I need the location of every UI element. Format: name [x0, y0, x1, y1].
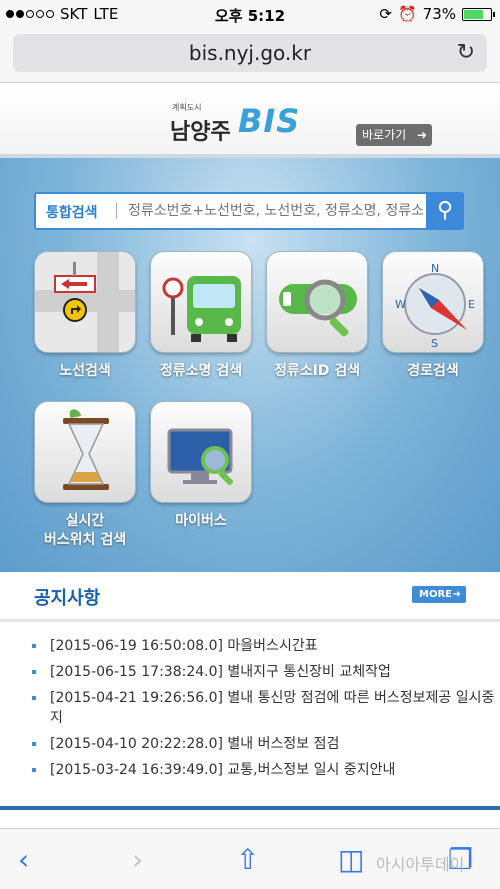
hourglass-icon	[63, 409, 109, 490]
integrated-search: 통합검색 ⚲	[34, 192, 464, 230]
url-field[interactable]: bis.nyj.go.kr ↻	[13, 34, 487, 72]
magnifier-card-icon	[279, 279, 357, 337]
logo-city-text: 남양주	[170, 120, 231, 145]
footer-divider	[0, 806, 500, 810]
watermark: 아시아투데이	[376, 855, 465, 874]
svg-text:S: S	[431, 337, 438, 350]
realtime-bus-label-line1: 실시간	[65, 513, 105, 529]
back-icon[interactable]: ‹	[18, 843, 29, 876]
stop-id-search-tile[interactable]	[266, 251, 368, 353]
bookmarks-icon[interactable]: ◫	[338, 843, 364, 876]
main-menu-area: 통합검색 ⚲ 노선검색 정류소명 검색	[0, 158, 500, 572]
notice-item[interactable]: [2015-04-10 20:22:28.0] 별내 버스정보 점검	[30, 734, 500, 754]
my-bus-tile[interactable]	[150, 401, 252, 503]
notice-item[interactable]: [2015-06-19 16:50:08.0] 마을버스시간표	[30, 636, 500, 656]
road-sign-icon	[35, 252, 135, 352]
status-bar: SKT LTE 오후 5:12 ⟳ ⏰ 73%	[0, 0, 500, 28]
path-search-tile[interactable]: N S W E	[382, 251, 484, 353]
route-search-label[interactable]: 노선검색	[20, 362, 150, 381]
svg-text:W: W	[395, 298, 406, 311]
notice-item[interactable]: [2015-06-15 17:38:24.0] 별내지구 통신장비 교체작업	[30, 662, 500, 682]
stop-id-search-label[interactable]: 정류소ID 검색	[252, 362, 382, 381]
search-icon: ⚲	[436, 198, 454, 223]
stop-name-search-tile[interactable]	[150, 251, 252, 353]
monitor-search-icon	[167, 428, 233, 485]
stop-name-search-label[interactable]: 정류소명 검색	[136, 362, 266, 381]
logo-small-text: 계획도시	[172, 103, 202, 112]
route-search-tile[interactable]	[34, 251, 136, 353]
site-logo[interactable]: 계획도시 남양주 BIS	[168, 98, 332, 145]
site-header: 계획도시 남양주 BIS 바로가기 ➜	[0, 84, 500, 158]
svg-text:E: E	[468, 298, 475, 311]
search-divider	[116, 203, 117, 219]
svg-text:N: N	[431, 262, 439, 275]
compass-icon: N S W E	[395, 262, 475, 350]
battery-icon	[462, 7, 495, 21]
goto-label: 바로가기	[362, 128, 407, 142]
logo-bis-text: BIS	[238, 102, 301, 140]
notice-list: [2015-06-19 16:50:08.0] 마을버스시간표 [2015-06…	[30, 636, 500, 786]
arrow-right-icon: ➜	[452, 589, 461, 600]
my-bus-label[interactable]: 마이버스	[136, 512, 266, 531]
realtime-bus-label-line2: 버스위치 검색	[43, 532, 127, 548]
alarm-icon: ⏰	[397, 5, 417, 23]
search-button[interactable]: ⚲	[426, 192, 464, 230]
bus-icon	[162, 276, 241, 342]
reload-icon[interactable]: ↻	[457, 34, 475, 72]
notice-header: 공지사항 MORE ➜	[0, 572, 500, 622]
goto-button[interactable]: 바로가기 ➜	[356, 124, 432, 146]
notice-title: 공지사항	[34, 588, 101, 609]
more-label: MORE	[419, 589, 452, 600]
browser-address-bar: bis.nyj.go.kr ↻	[0, 28, 500, 83]
url-text: bis.nyj.go.kr	[188, 41, 312, 65]
realtime-bus-tile[interactable]	[34, 401, 136, 503]
search-label: 통합검색	[46, 205, 98, 221]
notice-item[interactable]: [2015-03-24 16:39:49.0] 교통,버스정보 일시 중지안내	[30, 760, 500, 780]
forward-icon[interactable]: ›	[132, 843, 143, 876]
path-search-label[interactable]: 경로검색	[368, 362, 498, 381]
search-input[interactable]	[126, 198, 426, 224]
realtime-bus-label[interactable]: 실시간 버스위치 검색	[20, 512, 150, 550]
battery-percent: 73%	[422, 5, 456, 23]
more-button[interactable]: MORE ➜	[412, 586, 466, 603]
lock-rotation-icon: ⟳	[379, 5, 392, 23]
arrow-right-icon: ➜	[416, 128, 427, 142]
notice-item[interactable]: [2015-04-21 19:26:56.0] 별내 통신망 점검에 따른 버스…	[30, 688, 500, 728]
browser-toolbar: ‹ › ⇧ ◫ ❐ 아시아투데이	[0, 828, 500, 889]
share-icon[interactable]: ⇧	[236, 843, 259, 876]
